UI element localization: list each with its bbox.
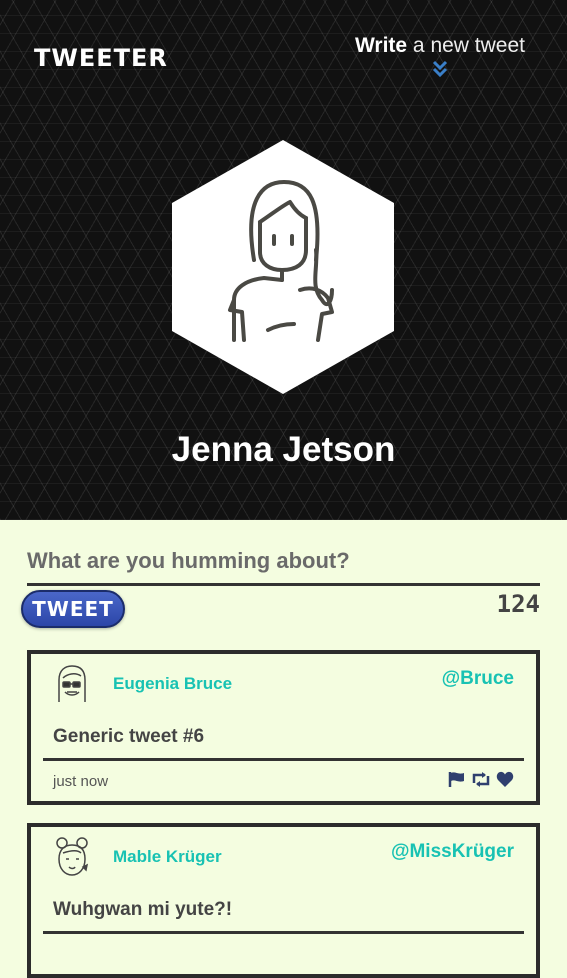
tweet-author-name[interactable]: Mable Krüger [113,847,222,867]
tweet-feed: Eugenia Bruce @Bruce Generic tweet #6 ju… [27,650,540,978]
tweet-author-name[interactable]: Eugenia Bruce [113,674,232,694]
woman-sunglasses-avatar-icon [58,665,86,702]
tweet-author-handle[interactable]: @Bruce [442,668,514,690]
main-content: TWEET 124 Eugenia Bruce [0,520,567,978]
profile-avatar [172,140,394,394]
tweet-input[interactable] [27,544,540,586]
double-chevron-down-icon[interactable] [355,60,525,80]
tweet-text: Generic tweet #6 [43,708,524,761]
brand-logo[interactable]: TWEETER [34,44,168,72]
profile-name: Jenna Jetson [171,430,396,469]
girl-buns-avatar-icon [56,837,89,876]
tweet-timestamp: just now [53,773,109,790]
flag-icon[interactable] [448,771,466,788]
tweet-author-handle[interactable]: @MissKrüger [391,841,514,863]
write-new-tweet-label: Write a new tweet [354,34,525,57]
retweet-icon[interactable] [470,771,492,788]
tweet-text: Wuhgwan mi yute?! [43,881,524,934]
tweet-card: Mable Krüger @MissKrüger Wuhgwan mi yute… [27,823,540,978]
write-new-tweet-toggle[interactable]: Write a new tweet [355,34,525,80]
char-counter: 124 [496,590,540,618]
tweet-composer: TWEET 124 [21,520,540,650]
heart-icon[interactable] [496,771,514,788]
tweet-actions [448,771,514,788]
profile-header: TWEETER Write a new tweet Jenna Jetson [0,0,567,520]
tweet-button[interactable]: TWEET [21,590,125,628]
tweet-card: Eugenia Bruce @Bruce Generic tweet #6 ju… [27,650,540,805]
